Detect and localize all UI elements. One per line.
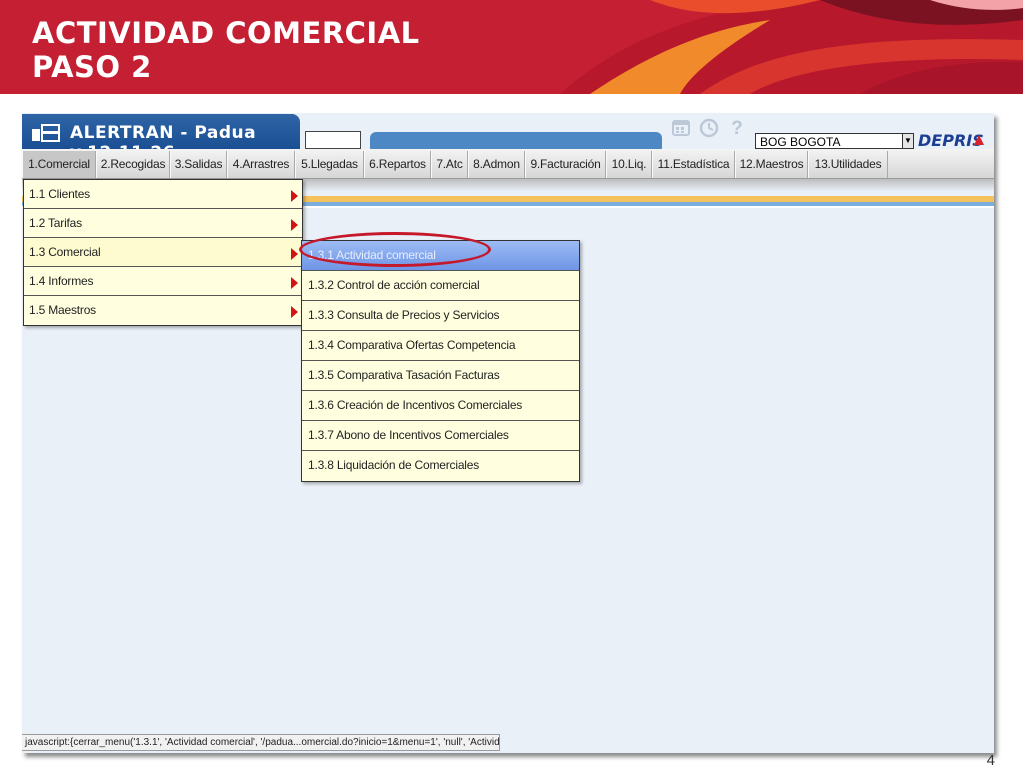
submenu-item-consulta-precios[interactable]: 1.3.3 Consulta de Precios y Servicios — [302, 301, 579, 331]
submenu-item-creacion-incentivos[interactable]: 1.3.6 Creación de Incentivos Comerciales — [302, 391, 579, 421]
submenu-item-abono-incentivos[interactable]: 1.3.7 Abono de Incentivos Comerciales — [302, 421, 579, 451]
menu-salidas[interactable]: 3.Salidas — [170, 151, 227, 178]
dropdown-item-clientes[interactable]: 1.1 Clientes — [24, 180, 302, 209]
dropdown-item-label: 1.5 Maestros — [29, 303, 96, 317]
submenu-arrow-icon — [291, 277, 298, 289]
dropdown-item-tarifas[interactable]: 1.2 Tarifas — [24, 209, 302, 238]
app-title-box: ALERTRAN - Padua v.12.11.26 — [22, 114, 300, 163]
menu-liq[interactable]: 10.Liq. — [606, 151, 652, 178]
submenu-item-liquidacion[interactable]: 1.3.8 Liquidación de Comerciales — [302, 451, 579, 481]
menu-maestros[interactable]: 12.Maestros — [735, 151, 808, 178]
dropdown-item-comercial[interactable]: 1.3 Comercial — [24, 238, 302, 267]
slide-header: ACTIVIDAD COMERCIAL PASO 2 — [0, 0, 1023, 94]
slide-title-line-1: ACTIVIDAD COMERCIAL — [32, 16, 420, 50]
comercial-dropdown: 1.1 Clientes 1.2 Tarifas 1.3 Comercial 1… — [23, 179, 303, 326]
menu-comercial[interactable]: 1.Comercial — [22, 151, 96, 178]
menu-llegadas[interactable]: 5.Llegadas — [295, 151, 364, 178]
slide-title: ACTIVIDAD COMERCIAL PASO 2 — [32, 16, 420, 84]
menu-estadistica[interactable]: 11.Estadística — [652, 151, 735, 178]
menu-facturacion[interactable]: 9.Facturación — [525, 151, 606, 178]
page-number: 4 — [986, 752, 995, 769]
slide-title-line-2: PASO 2 — [32, 50, 152, 84]
title-strip — [370, 132, 662, 149]
clock-icon[interactable] — [698, 118, 720, 140]
submenu-item-comparativa-ofertas[interactable]: 1.3.4 Comparativa Ofertas Competencia — [302, 331, 579, 361]
menu-atc[interactable]: 7.Atc — [431, 151, 468, 178]
help-icon[interactable]: ? — [726, 118, 748, 140]
dropdown-item-label: 1.3 Comercial — [29, 245, 101, 259]
submenu-item-comparativa-tasacion[interactable]: 1.3.5 Comparativa Tasación Facturas — [302, 361, 579, 391]
submenu-item-control-accion[interactable]: 1.3.2 Control de acción comercial — [302, 271, 579, 301]
highlight-oval — [299, 232, 491, 267]
status-bar: javascript:{cerrar_menu('1.3.1', 'Activi… — [22, 734, 500, 751]
comercial-submenu: 1.3.1 Actividad comercial 1.3.2 Control … — [301, 240, 580, 482]
calendar-icon[interactable] — [670, 118, 692, 140]
menu-arrastres[interactable]: 4.Arrastres — [227, 151, 295, 178]
submenu-arrow-icon — [291, 219, 298, 231]
city-select[interactable]: BOG BOGOTA — [755, 133, 913, 149]
dropdown-item-label: 1.4 Informes — [29, 274, 94, 288]
menu-utilidades[interactable]: 13.Utilidades — [808, 151, 888, 178]
dropdown-item-label: 1.1 Clientes — [29, 187, 90, 201]
menu-repartos[interactable]: 6.Repartos — [364, 151, 431, 178]
submenu-arrow-icon — [291, 190, 298, 202]
app-screenshot: ALERTRAN - Padua v.12.11.26 ? BOG BOGOTA… — [22, 113, 994, 753]
dropdown-item-maestros[interactable]: 1.5 Maestros — [24, 296, 302, 325]
chevron-down-icon[interactable]: ▼ — [902, 133, 914, 149]
menu-recogidas[interactable]: 2.Recogidas — [96, 151, 170, 178]
app-top-bar: ALERTRAN - Padua v.12.11.26 ? BOG BOGOTA… — [22, 113, 994, 163]
submenu-arrow-icon — [291, 248, 298, 260]
app-logo-icon — [32, 124, 60, 142]
brand-triangle-icon — [974, 135, 984, 145]
code-input[interactable] — [305, 131, 361, 149]
menu-admon[interactable]: 8.Admon — [468, 151, 525, 178]
main-menu-bar: 1.Comercial 2.Recogidas 3.Salidas 4.Arra… — [22, 149, 994, 179]
dropdown-item-informes[interactable]: 1.4 Informes — [24, 267, 302, 296]
dropdown-item-label: 1.2 Tarifas — [29, 216, 82, 230]
submenu-arrow-icon — [291, 306, 298, 318]
